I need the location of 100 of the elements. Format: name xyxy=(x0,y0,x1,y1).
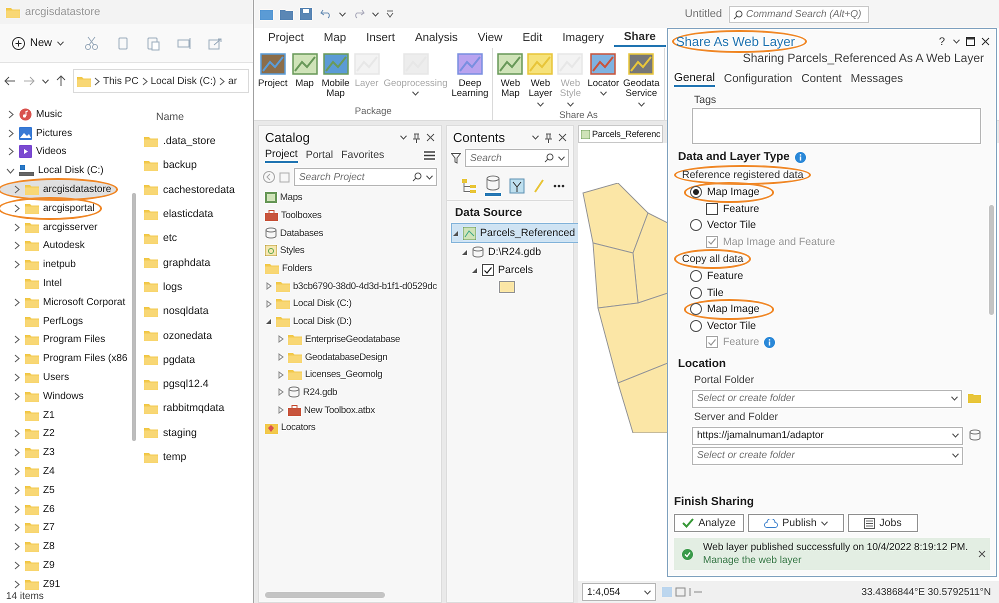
nav-tree-item[interactable]: Music xyxy=(0,105,68,124)
nav-tree-item[interactable]: Z7 xyxy=(0,518,60,538)
panel-tab[interactable]: Messages xyxy=(850,71,904,87)
nav-tree-item[interactable]: Intel xyxy=(0,274,67,293)
collapse-triangle-icon[interactable] xyxy=(461,248,468,256)
back-arrow-icon[interactable] xyxy=(4,76,16,86)
chevron-right-icon[interactable] xyxy=(219,76,226,86)
expand-triangle-icon[interactable] xyxy=(266,300,272,308)
radio-button[interactable] xyxy=(690,286,702,299)
radio-option[interactable]: Feature xyxy=(686,268,756,284)
radio-button[interactable] xyxy=(690,320,702,332)
nav-tree-item[interactable]: Users xyxy=(0,368,74,387)
catalog-item[interactable]: Locators xyxy=(259,418,441,437)
radio-button[interactable] xyxy=(690,219,702,232)
nav-tree-item[interactable]: Z2 xyxy=(0,424,60,444)
radio-button[interactable] xyxy=(690,186,702,198)
catalog-item[interactable]: GeodatabaseDesign xyxy=(259,348,441,366)
server-folder-dropdown[interactable]: Select or create folder xyxy=(692,446,963,464)
pin-icon[interactable] xyxy=(545,132,552,142)
folder-item[interactable]: temp xyxy=(144,444,253,470)
ribbon-tab[interactable]: Project xyxy=(258,29,314,47)
action-button[interactable]: Jobs xyxy=(848,514,918,532)
ribbon-button[interactable]: Web Layer xyxy=(525,51,556,110)
radio-option[interactable]: Tile xyxy=(686,284,736,301)
folder-item[interactable]: staging xyxy=(144,420,253,445)
expand-triangle-icon[interactable] xyxy=(278,353,284,362)
ribbon-tab[interactable]: Edit xyxy=(512,29,552,47)
chevron-down-icon[interactable] xyxy=(6,168,15,174)
chevron-right-icon[interactable] xyxy=(94,76,100,86)
list-by-drawing-order-icon[interactable] xyxy=(461,178,477,194)
scrollbar[interactable] xyxy=(265,592,385,598)
chevron-right-icon[interactable] xyxy=(142,76,148,86)
catalog-item[interactable]: R24.gdb xyxy=(259,384,441,402)
ribbon-tab[interactable]: Imagery xyxy=(552,29,614,47)
command-search-field[interactable]: Command Search (Alt+Q) xyxy=(729,6,869,22)
ribbon-tab[interactable]: Insert xyxy=(356,29,405,47)
ribbon-tab[interactable]: Analysis xyxy=(404,29,468,47)
open-folder-icon[interactable] xyxy=(280,8,293,20)
contents-tree-item[interactable]: Parcels_Referenced xyxy=(451,223,580,243)
nav-tree-item[interactable]: Z8 xyxy=(0,537,60,556)
portal-folder-dropdown[interactable]: Select or create folder xyxy=(692,390,962,408)
nav-tree-item[interactable]: Videos xyxy=(0,142,72,162)
scrollbar[interactable] xyxy=(132,193,136,441)
ribbon-tab[interactable]: View xyxy=(468,29,512,47)
ribbon-button[interactable]: Locator xyxy=(585,51,622,110)
expand-triangle-icon[interactable] xyxy=(278,388,284,396)
new-button[interactable]: New xyxy=(8,34,68,52)
catalog-item[interactable]: Licenses_Geomolg xyxy=(259,366,441,384)
close-icon[interactable] xyxy=(426,133,435,142)
nav-tree-item[interactable]: Z9 xyxy=(0,556,60,575)
pane-tab[interactable]: Project xyxy=(265,147,298,163)
folder-item[interactable]: etc xyxy=(144,226,253,250)
radio-option[interactable]: Vector Tile xyxy=(686,217,768,234)
nav-tree-item[interactable]: arcgisdatastore xyxy=(0,180,116,199)
close-icon[interactable] xyxy=(981,37,990,46)
radio-option[interactable]: Vector Tile xyxy=(686,318,768,334)
undo-icon[interactable] xyxy=(320,9,332,19)
catalog-item[interactable]: Folders xyxy=(259,260,441,278)
chevron-right-icon[interactable] xyxy=(14,298,20,307)
close-icon[interactable] xyxy=(558,133,567,142)
ribbon-button[interactable]: Mobile Map xyxy=(320,51,352,106)
catalog-item[interactable]: New Toolbox.atbx xyxy=(259,401,441,419)
nav-tree-item[interactable]: Local Disk (C:) xyxy=(0,161,109,180)
nav-tree-item[interactable]: inetpub xyxy=(0,255,81,274)
ribbon-tab[interactable]: Map xyxy=(314,29,356,47)
list-by-selection-icon[interactable] xyxy=(509,178,525,194)
scale-dropdown[interactable]: 1:4,054 xyxy=(582,583,656,601)
nav-tree-item[interactable]: Microsoft Corporat xyxy=(0,292,130,312)
radio-option[interactable]: Map Image xyxy=(686,184,772,200)
pane-tab[interactable]: Favorites xyxy=(341,148,384,162)
folder-item[interactable]: ozonedata xyxy=(144,323,253,348)
list-by-data-source-icon[interactable] xyxy=(485,175,501,196)
nav-tree-item[interactable]: arcgisserver xyxy=(0,218,102,237)
pin-icon[interactable] xyxy=(413,132,420,142)
expand-triangle-icon[interactable] xyxy=(278,335,284,344)
checkbox[interactable] xyxy=(706,202,718,215)
menu-icon[interactable] xyxy=(424,150,435,160)
nav-tree-item[interactable]: Windows xyxy=(0,386,89,406)
folder-item[interactable]: .data_store xyxy=(144,129,253,154)
new-project-icon[interactable] xyxy=(260,8,273,20)
help-button[interactable]: ? xyxy=(936,36,947,48)
folder-item[interactable]: nosqldata xyxy=(144,299,253,324)
nav-tree-item[interactable]: Z6 xyxy=(0,500,60,519)
action-button[interactable]: Publish xyxy=(748,514,844,532)
folder-item[interactable]: graphdata xyxy=(144,250,253,275)
nav-tree-item[interactable]: Autodesk xyxy=(0,236,90,256)
action-button[interactable]: Analyze xyxy=(674,514,744,532)
nav-tree-item[interactable]: Pictures xyxy=(0,124,78,143)
collapse-triangle-icon[interactable] xyxy=(265,318,272,326)
expand-triangle-icon[interactable] xyxy=(278,370,284,379)
folder-item[interactable]: pgsql12.4 xyxy=(144,372,253,396)
info-icon[interactable] xyxy=(794,152,806,162)
close-icon[interactable] xyxy=(978,550,986,558)
scrollbar[interactable] xyxy=(989,205,994,315)
catalog-item[interactable]: EnterpriseGeodatabase xyxy=(259,330,441,348)
customize-icon[interactable] xyxy=(386,10,394,18)
manage-web-layer-link[interactable]: Manage the web layer xyxy=(703,555,802,566)
radio-option[interactable]: Map Image xyxy=(686,301,772,318)
ribbon-button[interactable]: Map xyxy=(290,51,320,106)
search-field[interactable]: Search Project xyxy=(294,168,437,186)
